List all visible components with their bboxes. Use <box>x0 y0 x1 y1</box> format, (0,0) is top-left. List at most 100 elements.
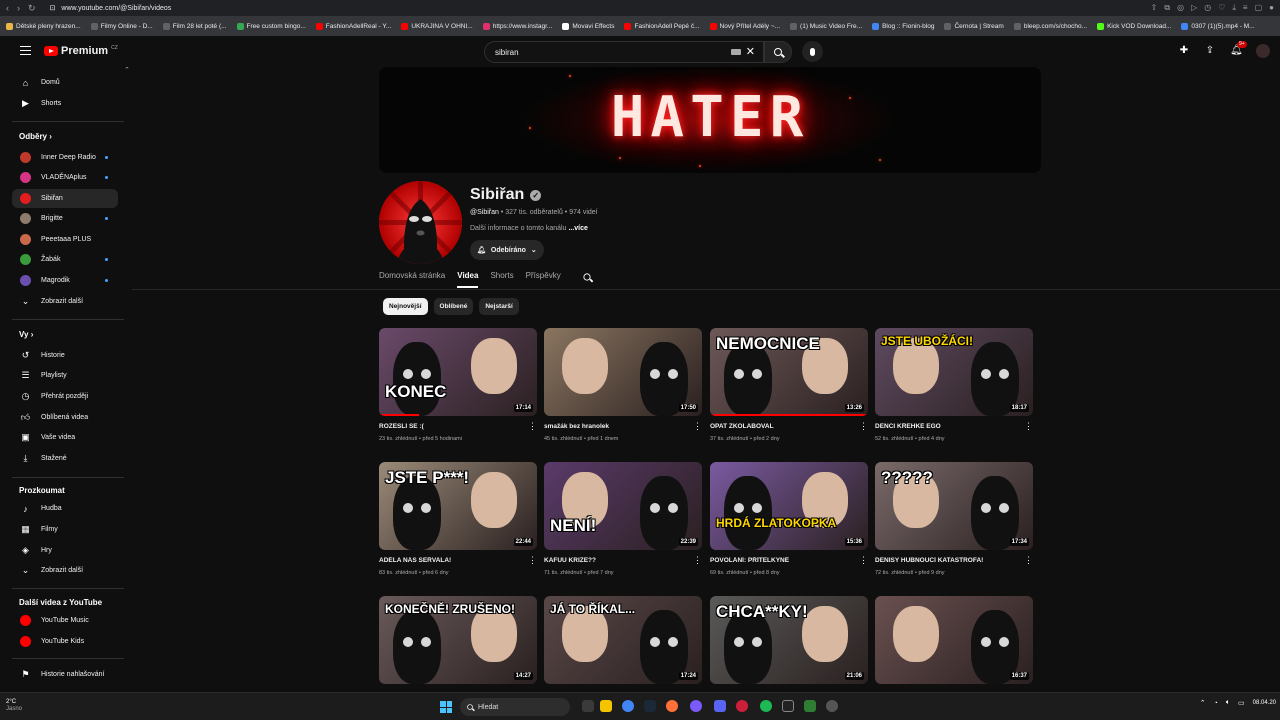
more-options-icon[interactable]: ⋮ <box>1024 422 1033 431</box>
sidebar-show-more-explore[interactable]: ⌄ Zobrazit další <box>12 561 118 580</box>
sidebar-sub-sibiran[interactable]: Sibiřan <box>12 189 118 208</box>
sidebar-sub-zabak[interactable]: Žabák <box>12 250 118 269</box>
video-thumbnail[interactable]: CHCA**KY! 21:06 <box>710 596 868 684</box>
bookmark-item[interactable]: Nový Přítel Adély ~... <box>709 22 780 30</box>
chevron-up-icon[interactable]: ⌃ <box>1200 699 1206 707</box>
task-view-icon[interactable] <box>582 700 594 712</box>
address-bar[interactable]: ⊡ www.youtube.com/@Sibiřan/videos <box>50 4 172 13</box>
sidebar-item-music[interactable]: ♪ Hudba <box>12 499 118 518</box>
video-thumbnail[interactable]: HRDÁ ZLATOKOPKA 15:36 <box>710 462 868 550</box>
video-card[interactable]: KONEC 17:14 ROZEŠLI SE :(23 tis. zhlédnutí… <box>379 328 537 442</box>
menu-icon[interactable]: ≡ <box>1243 3 1248 13</box>
video-title[interactable]: ROZEŠLI SE :( <box>379 423 527 430</box>
play-icon[interactable]: ▷ <box>1191 3 1197 13</box>
tab-videos[interactable]: Videa <box>457 271 479 288</box>
reload-icon[interactable]: ↻ <box>28 3 36 14</box>
sidebar-item-youtube-kids[interactable]: YouTube Kids <box>12 632 118 651</box>
video-title[interactable]: POVOLÁNÍ: PŘÍTELKYNĚ <box>710 557 858 564</box>
sidebar-item-report-history[interactable]: ⚑ Historie nahlašování <box>12 665 118 684</box>
create-icon[interactable]: ✚ <box>1178 45 1190 57</box>
sidebar-item-watch-later[interactable]: ◷ Přehrát později <box>12 387 118 406</box>
sidebar-sub-magrodik[interactable]: Magrodik <box>12 271 118 290</box>
bookmark-item[interactable]: Movavi Effects <box>562 22 614 30</box>
search-input[interactable] <box>495 47 715 57</box>
bookmark-item[interactable]: FashionAdell Pepé č... <box>624 22 700 30</box>
tab-posts[interactable]: Příspěvky <box>526 271 561 288</box>
subscribed-button[interactable]: 🔔︎ Odebíráno ⌄ <box>470 240 544 260</box>
channel-avatar-large[interactable] <box>379 181 462 264</box>
share-icon[interactable]: ⇧ <box>1151 3 1158 13</box>
file-explorer-icon[interactable] <box>600 700 612 712</box>
sidebar-item-your-videos[interactable]: ▣ Vaše videa <box>12 428 118 447</box>
video-thumbnail[interactable]: JÁ TO ŘÍKAL... 17:24 <box>544 596 702 684</box>
sidebar-item-history[interactable]: ↺ Historie <box>12 346 118 365</box>
bookmark-item[interactable]: bleep.com/s/chocho... <box>1013 22 1087 30</box>
upload-icon[interactable]: ⇪ <box>1204 45 1216 57</box>
bookmark-item[interactable]: https://www.instagr... <box>482 22 552 30</box>
sidebar-item-games[interactable]: ◈ Hry <box>12 541 118 560</box>
profile-icon[interactable]: ● <box>1269 3 1274 13</box>
opera-gx-icon[interactable] <box>736 700 748 712</box>
more-options-icon[interactable]: ⋮ <box>1024 556 1033 565</box>
video-thumbnail[interactable]: KONEC 17:14 <box>379 328 537 416</box>
bookmark-item[interactable]: Free custom bingo... <box>236 22 306 30</box>
sidebar-item-shorts[interactable]: ▶ Shorts <box>12 94 118 113</box>
sidebar-item-home[interactable]: ⌂ Domů <box>12 73 118 92</box>
video-card[interactable]: KONEČNĚ! ZRUŠENO! 14:27 <box>379 596 537 684</box>
video-card[interactable]: HRDÁ ZLATOKOPKA 15:36 POVOLÁNÍ: PŘÍTELKYNĚ… <box>710 462 868 576</box>
app-icon[interactable] <box>782 700 794 712</box>
tab-shorts[interactable]: Shorts <box>490 271 513 288</box>
bookmark-item[interactable]: Dětské pleny hrazen... <box>6 22 81 30</box>
app-icon[interactable] <box>690 700 702 712</box>
screenshot-icon[interactable]: ◎ <box>1177 3 1184 13</box>
video-thumbnail[interactable]: NEMOCNICE 13:26 <box>710 328 868 416</box>
chip-oldest[interactable]: Nejstarší <box>479 298 519 315</box>
video-thumbnail[interactable]: 17:50 <box>544 328 702 416</box>
windows-start-icon[interactable] <box>440 701 452 713</box>
bookmark-item[interactable]: (1) Music Video Fre... <box>790 22 862 30</box>
video-card[interactable]: 16:37 <box>875 596 1033 684</box>
spotify-icon[interactable] <box>760 700 772 712</box>
scroll-up-icon[interactable]: ⌃ <box>124 66 130 74</box>
clear-search-icon[interactable]: ✕ <box>746 45 755 58</box>
video-thumbnail[interactable]: ????? 17:34 <box>875 462 1033 550</box>
taskbar-search[interactable]: Hledat <box>460 698 570 716</box>
sidebar-sub-inner-deep-radio[interactable]: Inner Deep Radio <box>12 148 118 167</box>
video-thumbnail[interactable]: NENÍ! 22:39 <box>544 462 702 550</box>
more-options-icon[interactable]: ⋮ <box>528 422 537 431</box>
sidebar-item-youtube-music[interactable]: YouTube Music <box>12 611 118 630</box>
bell-icon[interactable]: 🔔︎ 9+ <box>1230 41 1247 57</box>
discord-icon[interactable] <box>714 700 726 712</box>
video-thumbnail[interactable]: JSTE UBOŽÁCI! 18:17 <box>875 328 1033 416</box>
download-icon[interactable]: ⤓ <box>1232 3 1236 13</box>
bookmark-item[interactable]: Blog :: Fionin-blog <box>872 22 934 30</box>
sidebar-item-liked[interactable]: 👍︎ Oblíbená videa <box>12 408 118 427</box>
channel-description[interactable]: Další informace o tomto kanálu ...více <box>470 225 588 232</box>
bookmark-item[interactable]: UKRAJINA V OHNI... <box>401 22 473 30</box>
sidebar-item-films[interactable]: ▦ Filmy <box>12 520 118 539</box>
video-title[interactable]: smažák bez hranolek <box>544 423 692 430</box>
more-options-icon[interactable]: ⋮ <box>528 556 537 565</box>
sidebar-sub-vladenaplus[interactable]: VLADĚNAplus <box>12 168 118 187</box>
sidebar-sub-peeetaaa-plus[interactable]: Peeetaaa PLUS <box>12 230 118 249</box>
more-options-icon[interactable]: ⋮ <box>693 422 702 431</box>
sidebar-item-downloads[interactable]: ⤓ Stažené <box>12 449 118 468</box>
history-icon[interactable]: ◷ <box>1204 3 1211 13</box>
youtube-logo[interactable]: Premium CZ <box>44 45 118 57</box>
chip-popular[interactable]: Oblíbené <box>433 298 474 315</box>
more-options-icon[interactable]: ⋮ <box>859 422 868 431</box>
steam-icon[interactable] <box>644 700 656 712</box>
forward-icon[interactable]: › <box>17 3 20 14</box>
video-title[interactable]: ADÉLA NÁS SEŘVALA! <box>379 557 527 564</box>
network-icon[interactable]: ◔ <box>1214 700 1218 707</box>
tab-home[interactable]: Domovská stránka <box>379 271 445 288</box>
bookmark-item[interactable]: Černota | Stream <box>944 22 1004 30</box>
bookmark-item[interactable]: Film 28 let poté (... <box>162 22 227 30</box>
search-button[interactable] <box>764 41 792 63</box>
volume-icon[interactable]: 🔈︎ <box>1226 699 1230 707</box>
video-title[interactable]: DENČI KŘEHKÉ EGO <box>875 423 1023 430</box>
more-link[interactable]: ...více <box>568 225 587 232</box>
video-card[interactable]: JSTE P***! 22:44 ADÉLA NÁS SEŘVALA! 83 tis.… <box>379 462 537 576</box>
extensions-icon[interactable]: ⧉ <box>1164 3 1170 13</box>
obs-icon[interactable] <box>826 700 838 712</box>
